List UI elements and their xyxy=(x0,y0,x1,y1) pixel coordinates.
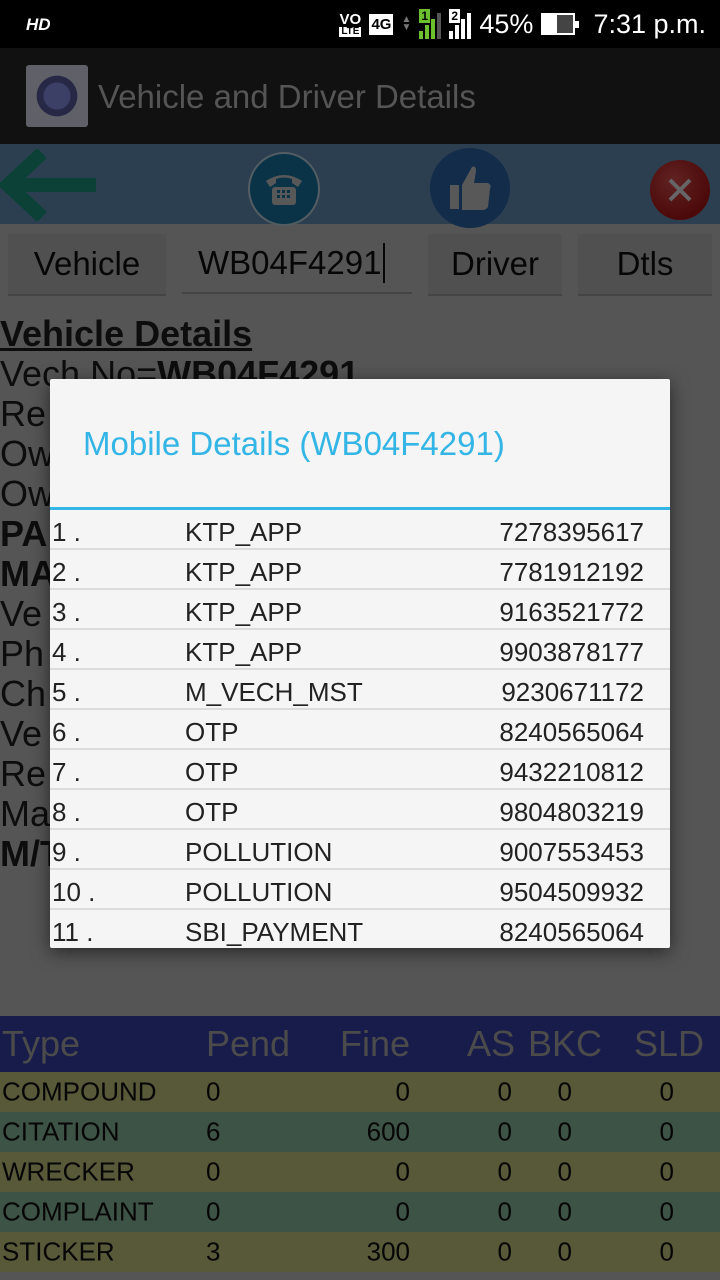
battery-fill xyxy=(556,15,574,33)
sim1-label: 1 xyxy=(419,9,431,23)
app-bar: Vehicle and Driver Details xyxy=(0,48,720,144)
row-index: 5 . xyxy=(52,677,81,707)
list-item[interactable]: 8 . OTP 9804803219 xyxy=(50,790,670,830)
sim1-signal-icon: 1 xyxy=(419,9,442,39)
volte-top: VO xyxy=(339,10,362,28)
sim2-signal-icon: 2 xyxy=(449,9,472,39)
signal-bar xyxy=(455,25,460,39)
row-mobile-number: 7278395617 xyxy=(499,517,644,547)
row-index: 6 . xyxy=(52,717,81,747)
row-mobile-number: 9903878177 xyxy=(499,637,644,667)
list-item[interactable]: 7 . OTP 9432210812 xyxy=(50,750,670,790)
row-mobile-number: 9230671172 xyxy=(501,677,644,707)
volte-icon: VO LTE xyxy=(339,10,362,37)
row-mobile-number: 7781912192 xyxy=(499,557,644,587)
row-source: KTP_APP xyxy=(185,597,303,627)
list-item[interactable]: 11 . SBI_PAYMENT 8240565064 xyxy=(50,910,670,948)
list-item[interactable]: 1 . KTP_APP 7278395617 xyxy=(50,510,670,550)
battery-icon xyxy=(541,13,580,35)
row-source: SBI_PAYMENT xyxy=(185,917,364,947)
row-mobile-number: 9007553453 xyxy=(499,837,644,867)
row-index: 4 . xyxy=(52,637,81,667)
mobile-list: 1 . KTP_APP 7278395617 2 . KTP_APP 7781912192… xyxy=(50,510,670,948)
signal-bar xyxy=(467,13,472,39)
row-source: OTP xyxy=(185,797,239,827)
row-mobile-number: 9804803219 xyxy=(499,797,644,827)
battery-percent: 45% xyxy=(479,8,534,39)
signal-bar xyxy=(437,13,442,39)
row-source: M_VECH_MST xyxy=(185,677,363,707)
signal-bar xyxy=(419,31,424,39)
row-index: 9 . xyxy=(52,837,81,867)
clock: 7:31 p.m. xyxy=(593,8,706,39)
row-source: POLLUTION xyxy=(185,837,333,867)
network-type-icon: 4G xyxy=(369,13,394,35)
row-index: 8 . xyxy=(52,797,81,827)
signal-bar xyxy=(461,19,466,39)
volte-bottom: LTE xyxy=(339,25,362,37)
row-source: KTP_APP xyxy=(185,637,303,667)
police-emblem-icon xyxy=(26,65,88,127)
row-mobile-number: 9163521772 xyxy=(499,597,644,627)
row-source: POLLUTION xyxy=(185,877,333,907)
sim2-label: 2 xyxy=(449,9,461,23)
app-title: Vehicle and Driver Details xyxy=(98,78,476,115)
list-item[interactable]: 9 . POLLUTION 9007553453 xyxy=(50,830,670,870)
list-item[interactable]: 6 . OTP 8240565064 xyxy=(50,710,670,750)
row-index: 7 . xyxy=(52,757,81,787)
row-mobile-number: 9432210812 xyxy=(499,757,644,787)
row-source: OTP xyxy=(185,717,239,747)
status-icons: VO LTE 4G ▲ ▼ 1 2 45% 7:31 p.m. xyxy=(339,6,706,42)
status-bar: HD VO LTE 4G ▲ ▼ 1 2 45% 7:31 p.m. xyxy=(0,0,720,48)
signal-bar xyxy=(425,25,430,39)
row-mobile-number: 8240565064 xyxy=(499,917,644,947)
hd-indicator: HD xyxy=(26,15,51,34)
row-mobile-number: 8240565064 xyxy=(499,717,644,747)
list-item[interactable]: 2 . KTP_APP 7781912192 xyxy=(50,550,670,590)
list-item[interactable]: 5 . M_VECH_MST 9230671172 xyxy=(50,670,670,710)
row-source: KTP_APP xyxy=(185,517,303,547)
list-item[interactable]: 4 . KTP_APP 9903878177 xyxy=(50,630,670,670)
row-index: 1 . xyxy=(52,517,81,547)
row-source: KTP_APP xyxy=(185,557,303,587)
row-mobile-number: 9504509932 xyxy=(499,877,644,907)
data-activity-icon: ▲ ▼ xyxy=(401,14,412,33)
row-index: 3 . xyxy=(52,597,81,627)
row-index: 10 . xyxy=(52,877,96,907)
dialog-title: Mobile Details (WB04F4291) xyxy=(83,425,505,462)
list-item[interactable]: 10 . POLLUTION 9504509932 xyxy=(50,870,670,910)
row-index: 2 . xyxy=(52,557,81,587)
mobile-details-dialog: Mobile Details (WB04F4291) 1 . KTP_APP 727… xyxy=(50,379,670,948)
list-item[interactable]: 3 . KTP_APP 9163521772 xyxy=(50,590,670,630)
row-source: OTP xyxy=(185,757,239,787)
signal-bar xyxy=(449,31,454,39)
row-index: 11 . xyxy=(52,917,94,947)
signal-bar xyxy=(431,19,436,39)
